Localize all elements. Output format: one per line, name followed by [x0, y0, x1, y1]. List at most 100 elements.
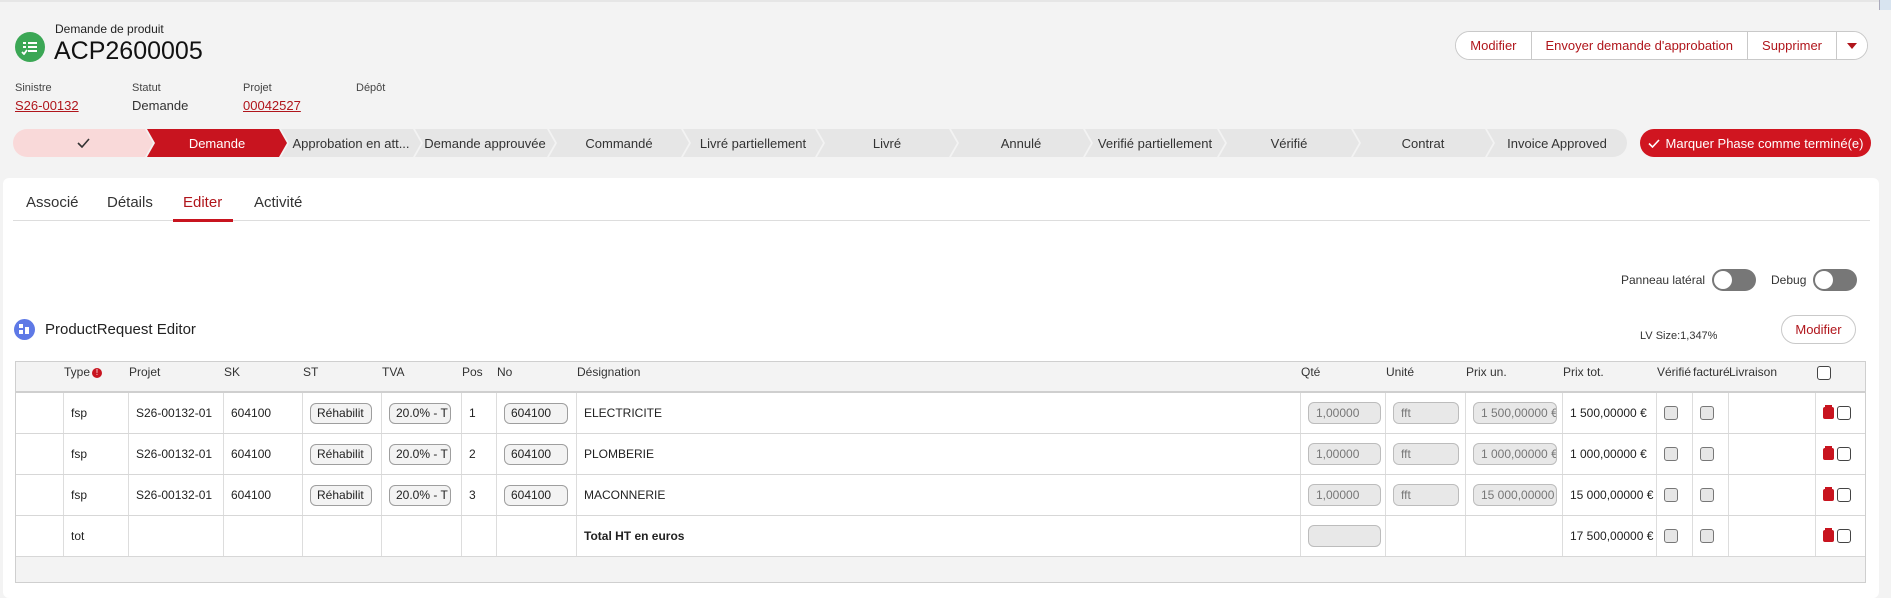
facture-checkbox[interactable] [1700, 406, 1714, 420]
row-select-checkbox[interactable] [1837, 447, 1851, 461]
path-stage-verifie[interactable]: Vérifié [1219, 129, 1359, 157]
path-stage-livre-partiel[interactable]: Livré partiellement [683, 129, 823, 157]
col-qte[interactable]: Qté [1301, 365, 1320, 379]
tab-details[interactable]: Détails [107, 194, 153, 211]
prix-un-input[interactable]: 1 000,00000 € [1473, 443, 1557, 465]
check-icon [1647, 138, 1660, 148]
tva-select[interactable]: 20.0% - T [389, 402, 451, 424]
prix-un-input[interactable]: 1 500,00000 € [1473, 402, 1557, 424]
col-sk[interactable]: SK [224, 365, 240, 379]
facture-checkbox[interactable] [1700, 447, 1714, 461]
tab-associe[interactable]: Associé [26, 194, 79, 211]
row-actions-cell [1816, 393, 1865, 433]
facture-cell [1693, 475, 1729, 515]
unite-input[interactable]: fft [1393, 484, 1459, 506]
col-prix-un[interactable]: Prix un. [1466, 365, 1507, 379]
col-unite[interactable]: Unité [1386, 365, 1414, 379]
modifier-button[interactable]: Modifier [1456, 32, 1532, 59]
col-pos[interactable]: Pos [462, 365, 483, 379]
col-facture[interactable]: facturé [1693, 365, 1730, 379]
row-select-checkbox[interactable] [1837, 488, 1851, 502]
facture-checkbox[interactable] [1700, 488, 1714, 502]
total-row: tot Total HT en euros 17 500,00000 € [16, 516, 1865, 557]
qte-input[interactable]: 1,00000 [1308, 484, 1381, 506]
tab-activite[interactable]: Activité [254, 194, 302, 211]
col-projet[interactable]: Projet [129, 365, 160, 379]
delete-icon[interactable] [1823, 487, 1834, 501]
side-panel-toggle[interactable] [1712, 269, 1757, 291]
header-action-group: Modifier Envoyer demande d'approbation S… [1455, 31, 1868, 60]
col-designation[interactable]: Désignation [577, 365, 640, 379]
col-st[interactable]: ST [303, 365, 318, 379]
sinistre-link[interactable]: S26-00132 [15, 98, 79, 113]
st-select[interactable]: Réhabilit [310, 402, 372, 424]
debug-toggle[interactable] [1813, 269, 1858, 291]
path-stage-commande[interactable]: Commandé [549, 129, 689, 157]
unite-input[interactable]: fft [1393, 402, 1459, 424]
designation-value: PLOMBERIE [584, 447, 655, 461]
path-stage-demande[interactable]: Demande [147, 129, 287, 157]
side-panel-toggle-row: Panneau latéral [1621, 269, 1757, 291]
no-select[interactable]: 604100 [504, 484, 568, 506]
verifie-checkbox[interactable] [1664, 447, 1678, 461]
field-label: Statut [132, 82, 161, 94]
mark-stage-complete-button[interactable]: Marquer Phase comme terminé(e) [1640, 129, 1871, 157]
delete-icon[interactable] [1823, 446, 1834, 460]
prix-un-input[interactable]: 15 000,00000 [1473, 484, 1557, 506]
col-tva[interactable]: TVA [382, 365, 404, 379]
verifie-checkbox[interactable] [1664, 529, 1678, 543]
qte-input[interactable] [1308, 525, 1381, 547]
col-verifie[interactable]: Vérifié [1657, 365, 1691, 379]
delete-button[interactable]: Supprimer [1748, 32, 1837, 59]
tva-select[interactable]: 20.0% - T [389, 443, 451, 465]
unite-input[interactable]: fft [1393, 443, 1459, 465]
verifie-checkbox[interactable] [1664, 406, 1678, 420]
no-cell: 604100 [497, 393, 577, 433]
field-depot: Dépôt [356, 82, 385, 98]
path-stage-verifie-partiel[interactable]: Verifié partiellement [1085, 129, 1225, 157]
no-select[interactable]: 604100 [504, 402, 568, 424]
table-row: fsp S26-00132-01 604100 Réhabilit 20.0% - T 3… [16, 475, 1865, 516]
qte-input[interactable]: 1,00000 [1308, 402, 1381, 424]
verifie-checkbox[interactable] [1664, 488, 1678, 502]
col-type[interactable]: Type! [64, 365, 103, 379]
path-stage-contrat[interactable]: Contrat [1353, 129, 1493, 157]
unite-cell [1386, 516, 1466, 556]
projet-cell [129, 516, 224, 556]
no-select[interactable]: 604100 [504, 443, 568, 465]
delete-icon[interactable] [1823, 405, 1834, 419]
col-no[interactable]: No [497, 365, 512, 379]
facture-checkbox[interactable] [1700, 529, 1714, 543]
path-stage-annule[interactable]: Annulé [951, 129, 1091, 157]
qte-input[interactable]: 1,00000 [1308, 443, 1381, 465]
path-stage-approuvee[interactable]: Demande approuvée [415, 129, 555, 157]
more-actions-button[interactable] [1837, 32, 1867, 59]
product-lines-grid: Type! Projet SK ST TVA Pos No Désignatio… [15, 361, 1866, 583]
row-select-checkbox[interactable] [1837, 406, 1851, 420]
col-prix-tot[interactable]: Prix tot. [1563, 365, 1604, 379]
projet-link[interactable]: 00042527 [243, 98, 301, 113]
st-select[interactable]: Réhabilit [310, 484, 372, 506]
row-select-checkbox[interactable] [1837, 529, 1851, 543]
tva-select[interactable]: 20.0% - T [389, 484, 451, 506]
path-stage-completed[interactable] [13, 129, 153, 157]
delete-icon[interactable] [1823, 528, 1834, 542]
editor-modify-button[interactable]: Modifier [1781, 315, 1856, 344]
no-cell: 604100 [497, 434, 577, 474]
path-stage-livre[interactable]: Livré [817, 129, 957, 157]
st-select[interactable]: Réhabilit [310, 443, 372, 465]
field-projet: Projet 00042527 [243, 82, 301, 113]
grid-header: Type! Projet SK ST TVA Pos No Désignatio… [16, 362, 1865, 393]
prix-un-value: 1 000,00000 € [1481, 447, 1557, 461]
send-approval-button[interactable]: Envoyer demande d'approbation [1531, 32, 1749, 59]
prix-un-cell: 15 000,00000 [1466, 475, 1563, 515]
verifie-cell [1657, 393, 1693, 433]
path-stage-approbation[interactable]: Approbation en att... [281, 129, 421, 157]
col-livraison[interactable]: Livraison [1729, 365, 1777, 379]
st-value: Réhabilit [317, 488, 364, 502]
path-stage-invoice-approved[interactable]: Invoice Approved [1487, 129, 1627, 157]
prix-tot-cell: 1 000,00000 € [1563, 434, 1657, 474]
select-all-checkbox[interactable] [1817, 366, 1831, 380]
type-value: tot [71, 529, 85, 543]
tab-editer[interactable]: Editer [183, 194, 222, 211]
